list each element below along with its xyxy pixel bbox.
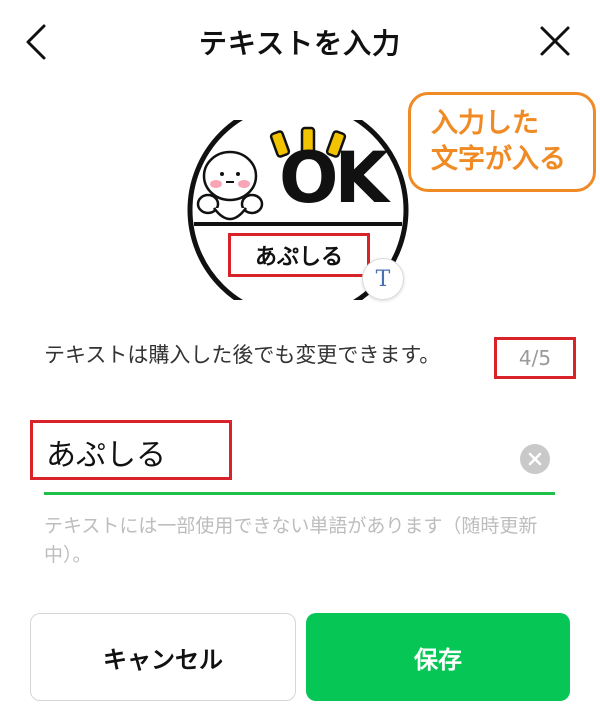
close-icon — [540, 26, 570, 56]
character-counter: 4/5 — [494, 337, 576, 379]
restriction-notice: テキストには一部使用できない単語があります（随時更新中）。 — [44, 515, 538, 566]
input-underline — [44, 492, 555, 495]
info-text: テキストは購入した後でも変更できます。 — [44, 343, 441, 367]
sticker-ok-text: OK — [279, 137, 389, 219]
page-title: テキストを入力 — [198, 27, 402, 60]
save-button[interactable]: 保存 — [306, 613, 570, 701]
clear-input-button[interactable] — [520, 444, 550, 474]
callout-line-1: 入力した — [431, 108, 539, 139]
clear-icon — [528, 452, 542, 466]
close-button[interactable] — [532, 20, 578, 64]
cancel-button[interactable]: キャンセル — [30, 613, 296, 701]
annotation-callout: 入力した 文字が入る — [408, 92, 596, 192]
sticker-label: あぷしる — [228, 233, 370, 277]
callout-line-2: 文字が入る — [431, 144, 566, 175]
text-edit-badge[interactable]: T — [362, 258, 404, 300]
text-input[interactable] — [46, 428, 506, 476]
